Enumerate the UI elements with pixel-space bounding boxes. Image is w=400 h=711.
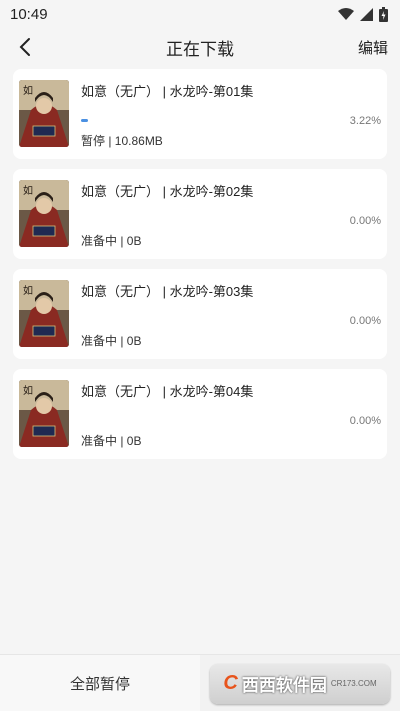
- bottom-bar: 全部暂停 C 西西软件园 CR173.COM: [0, 654, 400, 711]
- svg-text:如: 如: [23, 284, 33, 297]
- progress-bar: [81, 119, 291, 122]
- wifi-icon: [338, 7, 354, 20]
- svg-text:如: 如: [23, 184, 33, 197]
- download-percent: 0.00%: [349, 315, 381, 327]
- bottom-right-button[interactable]: C 西西软件园 CR173.COM: [200, 655, 400, 711]
- episode-thumbnail: 如: [19, 280, 69, 347]
- download-percent: 3.22%: [349, 115, 381, 127]
- download-status: 准备中 | 0B: [81, 334, 142, 348]
- episode-title: 如意（无广） | 水龙吟-第01集: [81, 84, 254, 99]
- episode-title: 如意（无广） | 水龙吟-第04集: [81, 384, 254, 399]
- episode-thumbnail: 如: [19, 380, 69, 447]
- watermark-badge: C 西西软件园 CR173.COM: [210, 663, 390, 704]
- nav-bar: 正在下载 编辑: [0, 28, 400, 66]
- signal-icon: [360, 7, 373, 21]
- episode-title: 如意（无广） | 水龙吟-第03集: [81, 284, 254, 299]
- episode-thumbnail: 如: [19, 180, 69, 247]
- chevron-left-icon: [19, 38, 30, 56]
- pause-all-button[interactable]: 全部暂停: [0, 655, 200, 711]
- download-percent: 0.00%: [349, 215, 381, 227]
- svg-text:如: 如: [23, 384, 33, 397]
- download-item[interactable]: 如 如意（无广） | 水龙吟-第04集 准备中 | 0B 0.00%: [13, 369, 387, 459]
- download-status: 准备中 | 0B: [81, 234, 142, 248]
- svg-text:如: 如: [23, 84, 33, 97]
- download-percent: 0.00%: [349, 415, 381, 427]
- download-item[interactable]: 如 如意（无广） | 水龙吟-第02集 准备中 | 0B 0.00%: [13, 169, 387, 259]
- progress-fill: [81, 119, 88, 122]
- watermark-url: CR173.COM: [330, 679, 377, 688]
- progress-bar: [81, 219, 291, 222]
- episode-thumbnail: 如: [19, 80, 69, 147]
- watermark-brand: 西西软件园: [241, 676, 327, 695]
- back-button[interactable]: [12, 34, 38, 60]
- watermark-logo: C 西西软件园 CR173.COM: [200, 655, 400, 711]
- status-bar: 10:49: [0, 0, 400, 28]
- episode-title: 如意（无广） | 水龙吟-第02集: [81, 184, 254, 199]
- status-icons: [338, 6, 388, 22]
- page-title: 正在下载: [166, 39, 234, 59]
- status-time: 10:49: [10, 5, 48, 23]
- download-status: 准备中 | 0B: [81, 434, 142, 448]
- progress-bar: [81, 419, 291, 422]
- progress-bar: [81, 319, 291, 322]
- download-item[interactable]: 如 如意（无广） | 水龙吟-第01集 暂停 | 10.86MB 3.22%: [13, 69, 387, 159]
- watermark-c-icon: C: [223, 672, 238, 694]
- edit-button[interactable]: 编辑: [358, 37, 388, 58]
- download-status: 暂停 | 10.86MB: [81, 134, 163, 148]
- download-list: 如 如意（无广） | 水龙吟-第01集 暂停 | 10.86MB 3.22% 如…: [13, 69, 387, 469]
- battery-icon: [379, 6, 388, 22]
- download-item[interactable]: 如 如意（无广） | 水龙吟-第03集 准备中 | 0B 0.00%: [13, 269, 387, 359]
